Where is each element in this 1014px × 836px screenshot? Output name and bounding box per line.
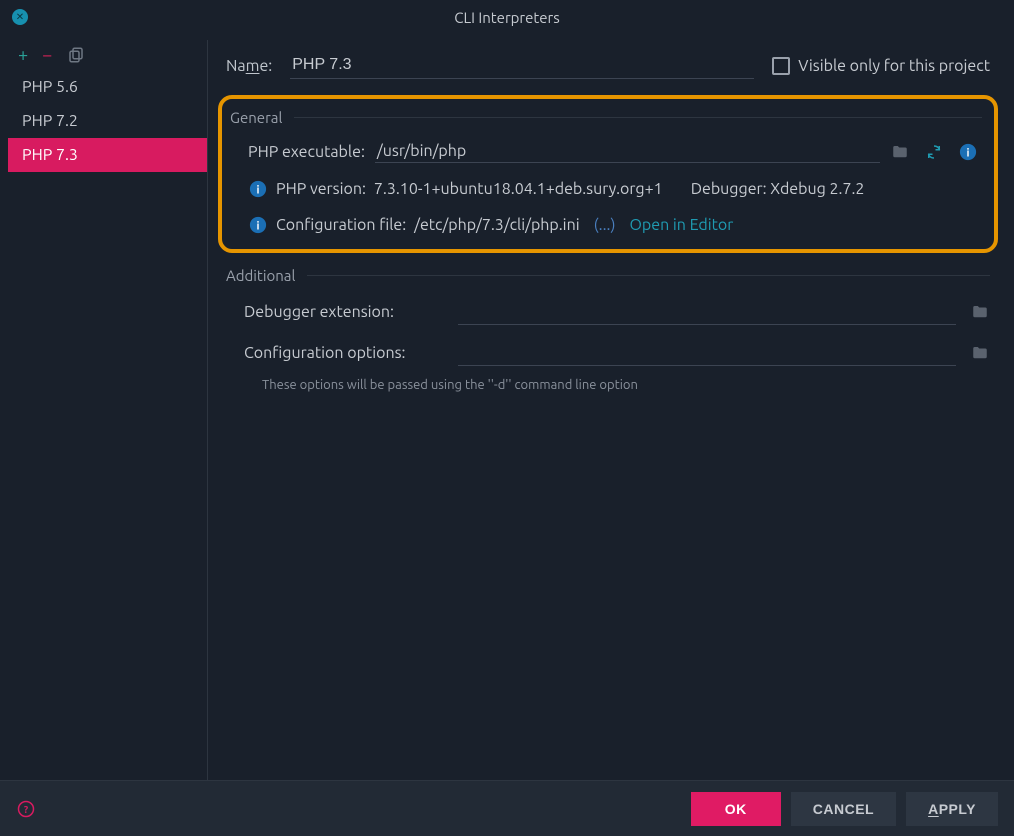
- sidebar-item-php56[interactable]: PHP 5.6: [8, 70, 207, 104]
- debugger-span: Debugger: Xdebug 2.7.2: [691, 180, 865, 198]
- config-file-line: i Configuration file: /etc/php/7.3/cli/p…: [248, 215, 982, 235]
- folder-icon: [971, 344, 989, 362]
- sidebar-list: PHP 5.6 PHP 7.2 PHP 7.3: [8, 70, 207, 780]
- executable-actions: i: [890, 142, 982, 162]
- name-label: Name:: [226, 57, 272, 75]
- php-version-line: i PHP version: 7.3.10-1+ubuntu18.04.1+de…: [248, 179, 982, 199]
- cancel-button[interactable]: CANCEL: [791, 792, 896, 826]
- php-executable-row: PHP executable: /usr/bin/php: [230, 140, 982, 163]
- help-button[interactable]: ?: [16, 799, 36, 819]
- config-file-value: /etc/php/7.3/cli/php.ini: [414, 216, 579, 234]
- name-row: Name: Visible only for this project: [226, 52, 990, 79]
- titlebar: ✕ CLI Interpreters: [0, 0, 1014, 34]
- debugger-extension-row: Debugger extension:: [244, 298, 990, 325]
- folder-icon: [971, 303, 989, 321]
- config-options-hint: These options will be passed using the '…: [262, 378, 990, 392]
- config-info-icon: i: [248, 215, 268, 235]
- info-icon: i: [249, 216, 267, 234]
- debugger-value: Xdebug 2.7.2: [770, 180, 864, 198]
- reload-icon: [925, 143, 943, 161]
- main-panel: Name: Visible only for this project Gene…: [208, 40, 1006, 780]
- svg-text:i: i: [257, 221, 260, 233]
- window-title: CLI Interpreters: [0, 9, 1014, 26]
- executable-info-button[interactable]: i: [958, 142, 978, 162]
- add-interpreter-button[interactable]: +: [18, 46, 28, 64]
- sidebar-toolbar: + −: [8, 40, 207, 70]
- footer: ? OK CANCEL APPLY: [0, 780, 1014, 836]
- window: ✕ CLI Interpreters + − PHP 5.6: [0, 0, 1014, 836]
- browse-config-options-button[interactable]: [970, 343, 990, 363]
- visible-only-label: Visible only for this project: [798, 57, 990, 75]
- config-options-input[interactable]: [458, 339, 956, 366]
- body: + − PHP 5.6 PHP 7.2 PHP 7.3: [0, 34, 1014, 780]
- additional-section: Additional Debugger extension: Configura…: [226, 267, 990, 392]
- divider: [307, 275, 990, 276]
- browse-debugger-ext-button[interactable]: [970, 302, 990, 322]
- copy-icon: [67, 46, 85, 64]
- sidebar-item-label: PHP 7.2: [22, 112, 78, 130]
- config-options-row: Configuration options:: [244, 339, 990, 366]
- config-file-label: Configuration file:: [276, 216, 406, 234]
- window-close-button[interactable]: ✕: [12, 9, 28, 25]
- section-title-additional: Additional: [226, 267, 990, 284]
- section-title-general-label: General: [230, 109, 282, 126]
- info-icon: i: [959, 143, 977, 161]
- svg-text:?: ?: [24, 803, 29, 814]
- config-options-label: Configuration options:: [244, 344, 444, 362]
- checkbox-icon: [772, 57, 790, 75]
- open-in-editor-link[interactable]: Open in Editor: [630, 216, 734, 234]
- php-executable-label: PHP executable:: [248, 143, 365, 161]
- remove-interpreter-button[interactable]: −: [42, 46, 52, 64]
- sidebar-item-php73[interactable]: PHP 7.3: [8, 138, 207, 172]
- section-title-general: General: [230, 109, 982, 126]
- reload-executable-button[interactable]: [924, 142, 944, 162]
- version-info-icon: i: [248, 179, 268, 199]
- apply-button[interactable]: APPLY: [906, 792, 998, 826]
- folder-icon: [891, 143, 909, 161]
- divider: [294, 117, 982, 118]
- sidebar-item-label: PHP 5.6: [22, 78, 78, 96]
- copy-interpreter-button[interactable]: [66, 45, 86, 65]
- svg-text:i: i: [257, 185, 260, 197]
- name-input[interactable]: [290, 52, 754, 79]
- sidebar-item-php72[interactable]: PHP 7.2: [8, 104, 207, 138]
- visible-only-checkbox[interactable]: Visible only for this project: [772, 57, 990, 75]
- php-version-value: 7.3.10-1+ubuntu18.04.1+deb.sury.org+1: [374, 180, 663, 198]
- info-icon: i: [249, 180, 267, 198]
- ok-button[interactable]: OK: [691, 792, 781, 826]
- close-icon: ✕: [16, 11, 24, 23]
- svg-text:i: i: [967, 147, 970, 159]
- help-icon: ?: [17, 800, 35, 818]
- browse-executable-button[interactable]: [890, 142, 910, 162]
- debugger-extension-label: Debugger extension:: [244, 303, 444, 321]
- sidebar: + − PHP 5.6 PHP 7.2 PHP 7.3: [8, 40, 208, 780]
- php-executable-value[interactable]: /usr/bin/php: [375, 140, 880, 163]
- sidebar-item-label: PHP 7.3: [22, 146, 78, 164]
- config-ellipsis-button[interactable]: (...): [594, 216, 616, 234]
- general-highlight-box: General PHP executable: /usr/bin/php: [218, 95, 998, 253]
- section-title-additional-label: Additional: [226, 267, 295, 284]
- debugger-extension-input[interactable]: [458, 298, 956, 325]
- debugger-label: Debugger:: [691, 180, 767, 198]
- php-version-label: PHP version:: [276, 180, 366, 198]
